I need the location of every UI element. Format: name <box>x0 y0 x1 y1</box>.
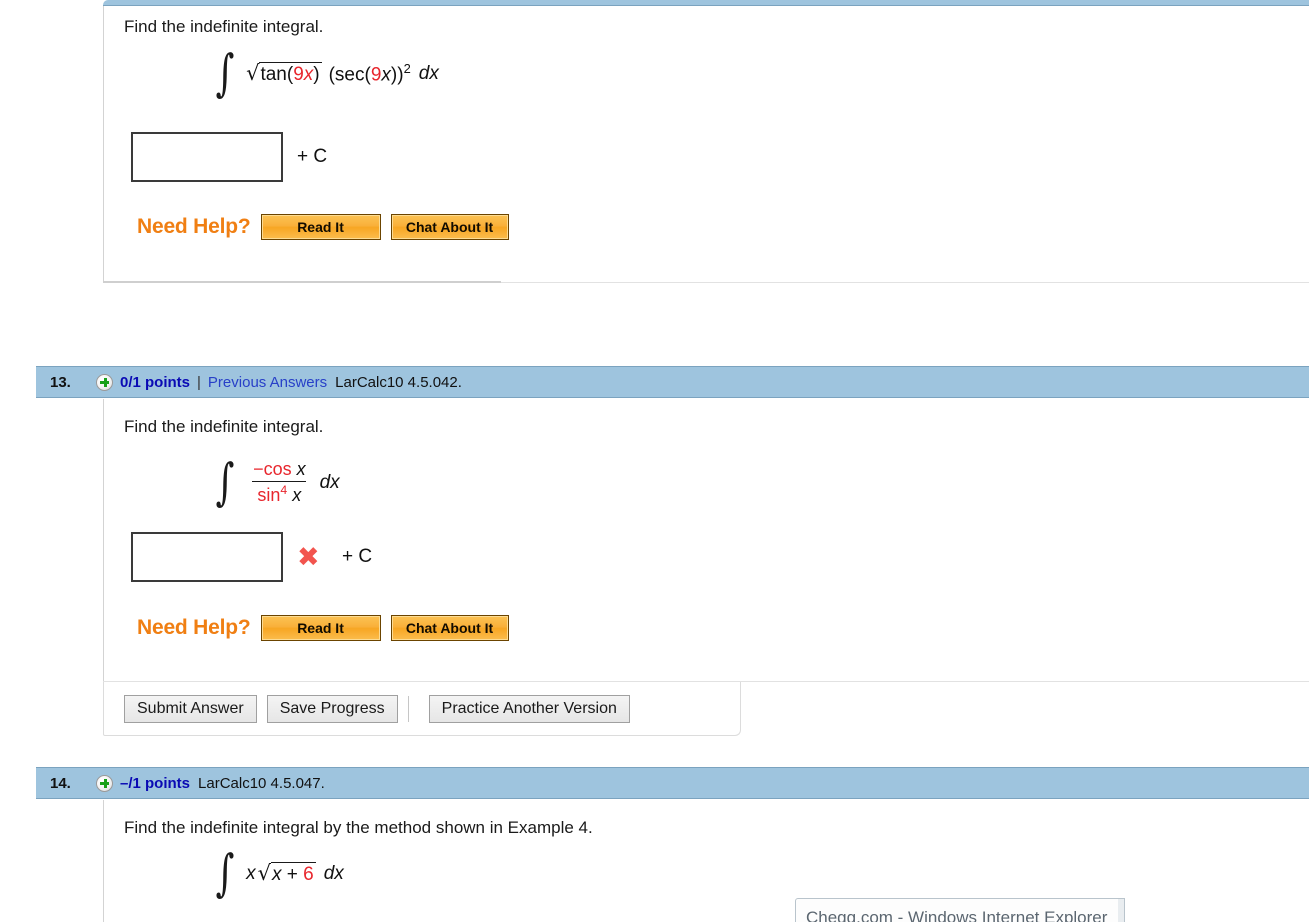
header-separator-q13: | <box>197 373 201 391</box>
source-id-q13: LarCalc10 4.5.042. <box>335 373 462 391</box>
sec-open: (sec( <box>328 64 371 86</box>
read-it-button-q13[interactable]: Read It <box>260 615 381 641</box>
question-prompt-q14: Find the indefinite integral by the meth… <box>124 818 593 837</box>
integral-sign-icon-q13: ∫ <box>215 452 235 511</box>
numerator-variable-x: x <box>296 459 306 479</box>
assignment-page: Find the indefinite integral. ∫ √ tan(9x… <box>0 0 1309 922</box>
incorrect-x-icon-q13: ✖ <box>297 542 320 573</box>
question-header-q13: 13. 0/1 points | Previous Answers LarCal… <box>36 366 1309 398</box>
denominator-variable-x: x <box>292 485 302 505</box>
radical-sign-icon: √ <box>246 60 260 85</box>
chat-about-it-button-q12[interactable]: Chat About It <box>390 214 509 240</box>
question-number-q13: 13. <box>50 373 71 391</box>
fraction-numerator-q13: −cos x <box>248 459 311 481</box>
expand-plus-icon-q14[interactable] <box>96 774 113 792</box>
plus-c-label-q13: + C <box>342 546 372 568</box>
previous-answers-link-q13[interactable]: Previous Answers <box>208 374 327 391</box>
question-number-q14: 14. <box>50 774 71 792</box>
answer-input-q13[interactable] <box>131 532 283 582</box>
action-button-bar-q13: Submit Answer Save Progress Practice Ano… <box>103 682 741 736</box>
sec-factor-q12: (sec(9x))2 <box>329 61 411 86</box>
radicand-operator: + <box>286 863 298 885</box>
plus-c-text-q13: + C <box>342 546 373 567</box>
variable-x-sec: x <box>381 64 391 86</box>
radicand-variable-x: x <box>271 863 282 885</box>
taskbar-button-chegg[interactable]: Chegg.com - Windows Internet Explorer <box>795 898 1125 922</box>
square-root-group-q12: √ tan(9x) <box>246 60 322 86</box>
sec-close: )) <box>390 64 404 86</box>
integral-sign-icon: ∫ <box>215 44 235 102</box>
numerator-neg-cos: −cos <box>253 459 292 479</box>
need-help-row-q12: Need Help? Read It Chat About It <box>137 214 509 240</box>
source-id-q14: LarCalc10 4.5.047. <box>198 774 325 792</box>
need-help-label-q12: Need Help? <box>137 215 251 238</box>
math-expression-q13: ∫ −cos x sin4 x dx <box>212 452 340 511</box>
plus-c-label-q12: + C <box>297 146 327 168</box>
coefficient-9: 9 <box>293 63 304 85</box>
fraction-q13: −cos x sin4 x <box>248 459 311 506</box>
denominator-exponent-4: 4 <box>280 483 288 497</box>
differential-dx-q13: dx <box>319 471 340 493</box>
integral-sign-icon-q14: ∫ <box>215 844 235 902</box>
tan-close: ) <box>313 63 320 85</box>
question-header-q14: 14. –/1 points LarCalc10 4.5.047. <box>36 767 1309 799</box>
radicand-q14: x + 6 <box>270 861 316 886</box>
math-expression-q14: ∫ x √ x + 6 dx <box>212 844 344 902</box>
square-root-group-q14: √ x + 6 <box>257 860 316 886</box>
button-divider <box>407 695 409 722</box>
question-panel-q12-bottom-edge-light <box>501 282 1309 283</box>
read-it-button-q12[interactable]: Read It <box>260 214 381 240</box>
radicand-q12: tan(9x) <box>259 61 322 86</box>
question-prompt-q12: Find the indefinite integral. <box>124 17 324 36</box>
need-help-label-q13: Need Help? <box>137 616 251 639</box>
variable-x: x <box>303 63 314 85</box>
tan-open: tan( <box>260 63 294 85</box>
leading-variable-x-q14: x <box>246 862 256 884</box>
need-help-row-q13: Need Help? Read It Chat About It <box>137 615 509 641</box>
answer-input-q12[interactable] <box>131 132 283 182</box>
practice-another-version-button[interactable]: Practice Another Version <box>428 694 630 723</box>
question-prompt-q13: Find the indefinite integral. <box>124 417 324 436</box>
points-label-q14: –/1 points <box>120 774 191 792</box>
chat-about-it-button-q13[interactable]: Chat About It <box>390 615 509 641</box>
math-expression-q12: ∫ √ tan(9x) (sec(9x))2 dx <box>212 44 439 102</box>
radicand-constant-6: 6 <box>303 863 314 885</box>
save-progress-button[interactable]: Save Progress <box>266 694 398 723</box>
expand-plus-icon-q13[interactable] <box>96 373 113 391</box>
differential-dx-q14: dx <box>323 862 344 884</box>
radical-sign-icon-q14: √ <box>257 860 271 885</box>
taskbar-button-grip <box>1118 898 1125 922</box>
taskbar-button-label: Chegg.com - Windows Internet Explorer <box>806 908 1108 922</box>
question-panel-q12-bottom-edge <box>103 281 501 283</box>
submit-answer-button[interactable]: Submit Answer <box>124 694 257 723</box>
denominator-sin: sin <box>257 485 281 505</box>
fraction-denominator-q13: sin4 x <box>252 481 307 506</box>
exponent-2: 2 <box>403 61 411 77</box>
coefficient-9-sec: 9 <box>370 64 382 86</box>
points-label-q13: 0/1 points <box>120 373 191 391</box>
plus-c-text-q12: + C <box>297 146 328 167</box>
differential-dx-q12: dx <box>418 62 439 84</box>
